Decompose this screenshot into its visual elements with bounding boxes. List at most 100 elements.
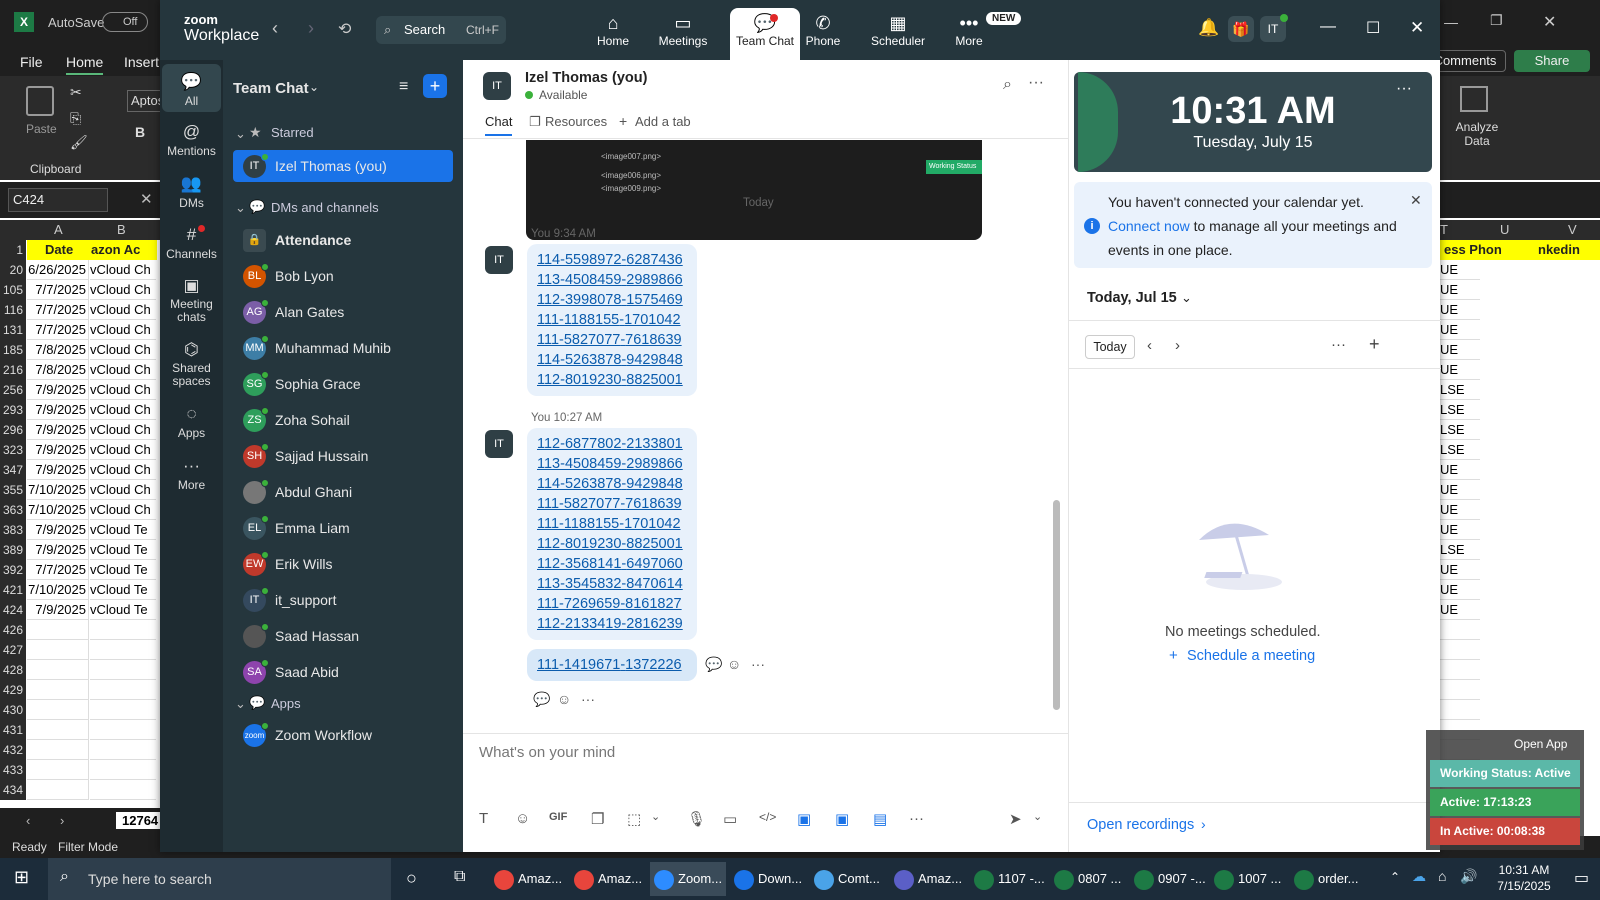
link-part[interactable]: 112-3998078 (537, 292, 621, 308)
cell-date[interactable] (27, 760, 89, 780)
composer-more-icon[interactable]: ··· (909, 810, 924, 827)
cell-date[interactable]: 7/7/2025 (27, 280, 89, 300)
banner-close-icon[interactable]: ✕ (1410, 192, 1422, 209)
cell-account[interactable]: vCloud Ch (90, 360, 156, 380)
close-icon[interactable]: ✕ (1410, 18, 1424, 38)
starred-item[interactable]: IT Izel Thomas (you) (233, 150, 453, 182)
row-header[interactable]: 427 (0, 640, 26, 660)
react-thread-icon[interactable]: ☺ (557, 691, 571, 707)
contact-item[interactable]: SG Sophia Grace (233, 368, 453, 400)
col-b[interactable]: B (117, 222, 126, 237)
link-part[interactable]: 1372226 (625, 657, 681, 673)
taskbar-app[interactable]: Zoom... (650, 862, 726, 896)
taskbar-app[interactable]: 1007 ... (1210, 862, 1286, 896)
cell-account[interactable]: vCloud Ch (90, 320, 156, 340)
notifications-icon[interactable]: 🔔 (1198, 18, 1219, 38)
tab-resources[interactable]: Resources (545, 114, 607, 129)
gift-icon[interactable]: 🎁 (1228, 16, 1254, 42)
taskbar-app[interactable]: 0807 ... (1050, 862, 1126, 896)
cell-account[interactable]: vCloud Ch (90, 300, 156, 320)
back-icon[interactable]: ‹ (272, 18, 278, 39)
cell-flag[interactable]: UE (1440, 500, 1480, 520)
taskbar-app[interactable]: 1107 -... (970, 862, 1046, 896)
phone-link[interactable]: 112-8019230-8825001 (537, 370, 687, 390)
link-part[interactable]: 113-3545832 (537, 576, 621, 592)
sheet-prev-icon[interactable]: ‹ (26, 813, 30, 828)
contact-item[interactable]: MM Muhammad Muhib (233, 332, 453, 364)
dms-chevron-icon[interactable]: ⌄ (235, 200, 246, 216)
send-icon[interactable]: ➤ (1009, 810, 1022, 828)
onedrive-icon[interactable]: ☁ (1412, 868, 1426, 885)
link-part[interactable]: 111-7269659 (537, 596, 620, 612)
rail-meeting-chats[interactable]: ▣ Meeting chats (162, 274, 221, 324)
link-part[interactable]: 114-5598972 (537, 252, 621, 268)
cell-account[interactable]: vCloud Te (90, 600, 156, 620)
thread-more-icon[interactable]: ··· (581, 691, 595, 707)
minimize-icon[interactable]: — (1320, 18, 1336, 36)
cell-date[interactable] (27, 700, 89, 720)
row-header[interactable]: 363 (0, 500, 26, 520)
cell-account[interactable]: vCloud Ch (90, 340, 156, 360)
list-title-chevron-icon[interactable]: ⌄ (309, 80, 319, 94)
today-button[interactable]: Today (1085, 335, 1135, 359)
row-header[interactable]: 105 (0, 280, 26, 300)
history-icon[interactable]: ⟲ (338, 19, 351, 39)
chat-search-icon[interactable]: ⌕ (1003, 76, 1012, 94)
phone-link[interactable]: 111-5827077-7618639 (537, 494, 687, 514)
cell-date[interactable]: 7/7/2025 (27, 300, 89, 320)
row-header[interactable]: 116 (0, 300, 26, 320)
rail-more[interactable]: ··· More (162, 454, 221, 492)
volume-icon[interactable]: 🔊 (1460, 868, 1477, 885)
link-part[interactable]: 111-5827077 (537, 332, 620, 348)
taskbar-app[interactable]: Amaz... (890, 862, 966, 896)
format-text-icon[interactable]: T (479, 810, 488, 827)
cell-date[interactable] (27, 620, 89, 640)
chat-more-icon[interactable]: ··· (1028, 74, 1044, 92)
cell-date[interactable]: 7/7/2025 (27, 320, 89, 340)
menu-insert[interactable]: Insert (124, 54, 159, 70)
link-part[interactable]: 9429848 (626, 476, 682, 492)
nav-scheduler[interactable]: ▦ Scheduler (863, 8, 933, 60)
calendar-more-icon[interactable]: ··· (1331, 336, 1346, 353)
phone-link[interactable]: 112-6877802-2133801 (537, 434, 687, 454)
next-day-icon[interactable]: › (1175, 337, 1180, 354)
contact-item[interactable]: Abdul Ghani (233, 476, 453, 508)
link-part[interactable]: 111-1188155 (537, 516, 619, 532)
msg2-avatar[interactable]: IT (485, 430, 513, 458)
row-header[interactable]: 424 (0, 600, 26, 620)
cell-flag[interactable] (1440, 680, 1480, 700)
row-header[interactable]: 256 (0, 380, 26, 400)
cell-flag[interactable]: UE (1440, 300, 1480, 320)
cell-date[interactable]: 7/10/2025 (27, 580, 89, 600)
row-header[interactable]: 347 (0, 460, 26, 480)
cell-flag[interactable]: LSE (1440, 400, 1480, 420)
apps-section[interactable]: Apps (271, 696, 301, 711)
calendar-date-chevron-icon[interactable]: ⌄ (1181, 290, 1192, 306)
reply-icon[interactable]: 💬 (705, 656, 722, 673)
col-t[interactable]: T (1440, 222, 1448, 237)
rail-all[interactable]: 💬 All (162, 64, 221, 112)
cell-flag[interactable]: UE (1440, 600, 1480, 620)
link-part[interactable]: 6287436 (626, 252, 682, 268)
cell-flag[interactable]: UE (1440, 560, 1480, 580)
link-part[interactable]: 112-6877802 (537, 436, 621, 452)
cell-date[interactable] (27, 780, 89, 800)
menu-file[interactable]: File (20, 54, 43, 70)
link-part[interactable]: 8161827 (625, 596, 681, 612)
row-header[interactable]: 421 (0, 580, 26, 600)
reply-thread-icon[interactable]: 💬 (533, 691, 550, 708)
cell-date[interactable] (27, 640, 89, 660)
font-select[interactable]: Aptos (127, 90, 161, 112)
link-part[interactable]: 114-5263878 (537, 352, 621, 368)
taskbar-app[interactable]: order... (1290, 862, 1366, 896)
app-icon-3[interactable]: ▤ (873, 810, 887, 828)
screenshot-icon[interactable]: ⬚ (627, 810, 641, 828)
cell-date[interactable]: 7/9/2025 (27, 440, 89, 460)
cell-flag[interactable]: UE (1440, 460, 1480, 480)
format-painter-icon[interactable]: 🖌 (70, 134, 88, 151)
phone-link[interactable]: 114-5598972-6287436 (537, 250, 687, 270)
link-part[interactable]: 6497060 (626, 556, 682, 572)
taskbar-app[interactable]: Down... (730, 862, 806, 896)
taskbar-app[interactable]: Comt... (810, 862, 886, 896)
tray-chevron-icon[interactable]: ⌃ (1390, 870, 1400, 884)
